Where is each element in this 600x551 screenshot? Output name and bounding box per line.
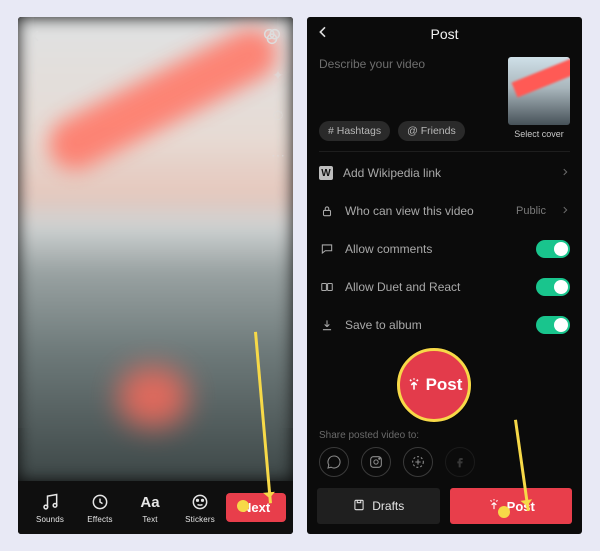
chip-hashtags[interactable]: # Hashtags — [319, 121, 390, 141]
drafts-label: Drafts — [372, 499, 404, 513]
side-tool-icon[interactable]: ✦ — [267, 67, 289, 89]
toggle-comments[interactable] — [536, 240, 570, 258]
next-button[interactable]: Next — [226, 493, 286, 522]
share-more-icon[interactable] — [403, 447, 433, 477]
chevron-right-icon — [560, 204, 570, 218]
tool-text[interactable]: Aa Text — [126, 491, 174, 524]
post-button[interactable]: Post — [450, 488, 573, 524]
duet-icon — [319, 279, 335, 295]
sticker-icon — [189, 491, 211, 513]
video-preview[interactable]: ✦ ⏱ ⋯ — [18, 17, 293, 481]
share-whatsapp-icon[interactable] — [319, 447, 349, 477]
drafts-button[interactable]: Drafts — [317, 488, 440, 524]
row-duet: Allow Duet and React — [319, 268, 570, 306]
description-input[interactable]: Describe your video — [319, 57, 498, 71]
lock-icon — [319, 203, 335, 219]
tool-label: Effects — [87, 515, 112, 524]
privacy-value: Public — [516, 205, 546, 217]
editor-side-tools: ✦ ⏱ ⋯ — [267, 67, 289, 169]
row-label: Save to album — [345, 318, 526, 332]
download-icon — [319, 317, 335, 333]
editor-screen: ✦ ⏱ ⋯ Sounds Effects Aa Text — [18, 17, 293, 534]
clock-effects-icon — [89, 491, 111, 513]
tool-label: Sounds — [36, 515, 64, 524]
comment-icon — [319, 241, 335, 257]
annotation-dot — [237, 500, 249, 512]
side-tool-icon[interactable]: ⏱ — [267, 107, 289, 129]
post-screen: Post Describe your video # Hashtags @ Fr… — [307, 17, 582, 534]
text-icon: Aa — [139, 491, 161, 513]
annotation-dot — [498, 506, 510, 518]
side-tool-icon[interactable]: ⋯ — [267, 147, 289, 169]
cover-thumbnail — [508, 57, 570, 125]
back-icon[interactable] — [28, 28, 44, 44]
tool-stickers[interactable]: Stickers — [176, 491, 224, 524]
tool-effects[interactable]: Effects — [76, 491, 124, 524]
filters-icon[interactable] — [261, 25, 283, 47]
share-instagram-icon[interactable] — [361, 447, 391, 477]
toggle-save[interactable] — [536, 316, 570, 334]
chevron-right-icon — [560, 166, 570, 180]
share-facebook-icon[interactable] — [445, 447, 475, 477]
cover-label: Select cover — [514, 129, 564, 139]
annotation-label: Post — [426, 375, 463, 395]
post-header: Post — [307, 17, 582, 51]
wikipedia-icon: W — [319, 166, 333, 180]
drafts-icon — [352, 498, 366, 515]
annotation-callout: Post — [397, 348, 471, 422]
row-wikipedia[interactable]: W Add Wikipedia link — [319, 154, 570, 192]
row-label: Allow Duet and React — [345, 280, 526, 294]
tool-label: Stickers — [185, 515, 215, 524]
row-comments: Allow comments — [319, 230, 570, 268]
row-label: Add Wikipedia link — [343, 166, 550, 180]
cover-picker[interactable]: Select cover — [508, 57, 570, 141]
share-row — [307, 447, 582, 477]
back-icon[interactable] — [315, 24, 331, 43]
tool-label: Text — [142, 515, 157, 524]
row-save: Save to album — [319, 306, 570, 344]
chip-friends[interactable]: @ Friends — [398, 121, 465, 141]
page-title: Post — [430, 26, 458, 42]
row-privacy[interactable]: Who can view this video Public — [319, 192, 570, 230]
toggle-duet[interactable] — [536, 278, 570, 296]
editor-toolbar: Sounds Effects Aa Text Stickers Next — [18, 481, 293, 534]
music-note-icon — [39, 491, 61, 513]
tool-sounds[interactable]: Sounds — [26, 491, 74, 524]
row-label: Who can view this video — [345, 204, 506, 218]
post-options: W Add Wikipedia link Who can view this v… — [307, 152, 582, 344]
row-label: Allow comments — [345, 242, 526, 256]
